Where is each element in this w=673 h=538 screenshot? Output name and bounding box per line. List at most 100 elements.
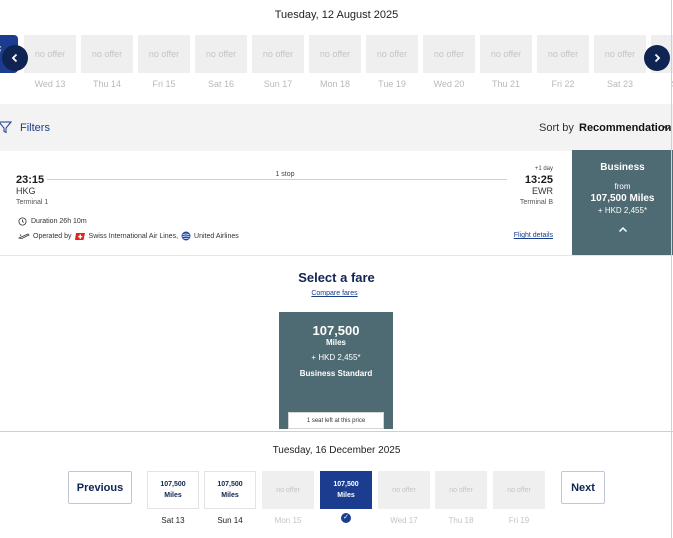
return-date-cell[interactable]: 107,500 Miles Sun 14 xyxy=(204,471,256,525)
divider xyxy=(0,431,673,432)
seats-left-badge: 1 seat left at this price xyxy=(288,412,384,429)
stops-count: 1 stop xyxy=(275,171,295,178)
day-label: Fri 19 xyxy=(508,516,530,525)
flight-duration: Duration 26h 10m xyxy=(18,217,87,226)
day-offer-box: no offer xyxy=(537,35,589,73)
day-label: Wed 20 xyxy=(433,79,465,89)
arrival-time: 13:25 xyxy=(524,174,553,186)
operating-carriers: Operated by Swiss International Air Line… xyxy=(18,231,239,241)
flight-details-link[interactable]: Flight details xyxy=(496,232,553,239)
day-offer-box: no offer xyxy=(309,35,361,73)
day-label: Sat 23 xyxy=(606,79,634,89)
outbound-date-carousel: no offer Wed 13 no offer Thu 14 no offer Fr… xyxy=(0,35,673,95)
divider xyxy=(671,0,672,538)
compare-fares-link[interactable]: Compare fares xyxy=(0,290,669,297)
cabin-title: Business xyxy=(600,162,645,173)
departure-terminal: Terminal 1 xyxy=(16,199,49,206)
previous-dates-button[interactable] xyxy=(2,45,28,71)
arrival-airport: EWR xyxy=(532,186,553,196)
fare-hkd: + HKD 2,455* xyxy=(311,353,361,362)
fare-miles: 107,500 xyxy=(312,323,360,338)
day-label: Fri 15 xyxy=(152,79,176,89)
check-icon: ✓ xyxy=(341,513,351,523)
day-offer-box: 107,500 Miles xyxy=(147,471,199,509)
sort-by-label: Sort by xyxy=(539,122,574,134)
day-miles: 107,500 xyxy=(160,481,186,488)
day-offer-box: no offer xyxy=(138,35,190,73)
return-date-cell[interactable]: 107,500 Miles Sat 13 xyxy=(147,471,199,525)
day-label: Sun 14 xyxy=(217,516,243,525)
date-cell[interactable]: no offer Thu 14 xyxy=(81,35,133,89)
day-offer-box: no offer xyxy=(378,471,430,509)
next-dates-button[interactable] xyxy=(644,45,670,71)
day-label: Mon 15 xyxy=(274,516,302,525)
date-cell[interactable]: no offer Fri 15 xyxy=(138,35,190,89)
return-date-cell[interactable]: no offer Wed 17 xyxy=(378,471,430,525)
day-label: Mon 18 xyxy=(319,79,351,89)
united-globe-icon xyxy=(181,231,191,241)
return-date-cell[interactable]: no offer Thu 18 xyxy=(435,471,487,525)
chevron-left-icon xyxy=(11,53,18,63)
date-cell[interactable]: no offer Wed 20 xyxy=(423,35,475,89)
date-cell[interactable]: no offer Wed 13 xyxy=(24,35,76,89)
day-offer-box: no offer xyxy=(594,35,646,73)
date-cell[interactable]: no offer Sun 17 xyxy=(252,35,304,89)
day-miles-unit: Miles xyxy=(164,492,182,499)
plane-icon xyxy=(18,233,30,239)
chevron-right-icon xyxy=(654,53,661,63)
day-label: Fri 22 xyxy=(551,79,575,89)
operated-by-label: Operated by xyxy=(33,232,72,240)
divider xyxy=(0,255,673,256)
route-line xyxy=(47,179,507,180)
return-date-cell-selected[interactable]: 107,500 Miles ✓ xyxy=(320,471,372,523)
date-cell[interactable]: no offer Fri 22 xyxy=(537,35,589,89)
day-offer-box: no offer xyxy=(81,35,133,73)
next-button[interactable]: Next xyxy=(561,471,605,504)
date-cell[interactable]: no offer Sat 16 xyxy=(195,35,247,89)
day-miles-unit: Miles xyxy=(337,492,355,499)
day-offer-box: no offer xyxy=(480,35,532,73)
day-label: Sat 13 xyxy=(161,516,185,525)
day-offer-box: no offer xyxy=(423,35,475,73)
fare-miles-label: Miles xyxy=(325,338,346,347)
day-label: Su xyxy=(651,79,673,89)
business-cabin-card[interactable]: Business from 107,500 Miles + HKD 2,455* xyxy=(572,150,673,255)
day-label: Thu 18 xyxy=(448,516,474,525)
return-date-heading: Tuesday, 16 December 2025 xyxy=(272,445,401,456)
sort-dropdown[interactable]: Recommendation xyxy=(579,122,671,134)
fare-name: Business Standard xyxy=(299,369,373,378)
day-miles: 107,500 xyxy=(333,481,359,488)
date-cell[interactable]: no offer Tue 19 xyxy=(366,35,418,89)
day-offer-box: no offer xyxy=(366,35,418,73)
return-date-cell[interactable]: no offer Fri 19 xyxy=(493,471,545,525)
day-offer-box: no offer xyxy=(435,471,487,509)
cabin-miles: 107,500 Miles xyxy=(590,193,655,204)
filter-icon[interactable] xyxy=(0,120,12,134)
day-label: Wed 17 xyxy=(390,516,418,525)
day-label: Tue 19 xyxy=(378,79,406,89)
airline-united: United Airlines xyxy=(194,232,239,240)
airline-swiss: Swiss International Air Lines, xyxy=(88,232,179,240)
cabin-hkd: + HKD 2,455* xyxy=(597,206,648,215)
day-offer-box: no offer xyxy=(262,471,314,509)
duration-text: Duration 26h 10m xyxy=(31,218,87,225)
day-offer-box: no offer xyxy=(252,35,304,73)
day-label: Thu 21 xyxy=(491,79,521,89)
day-offer-box: no offer xyxy=(493,471,545,509)
return-date-cell[interactable]: no offer Mon 15 xyxy=(262,471,314,525)
date-cell[interactable]: no offer Thu 21 xyxy=(480,35,532,89)
previous-button[interactable]: Previous xyxy=(68,471,132,504)
departure-time: 23:15 xyxy=(16,174,45,186)
day-label: Sat 16 xyxy=(207,79,235,89)
filters-button[interactable]: Filters xyxy=(20,122,50,134)
cabin-from-label: from xyxy=(614,182,631,191)
day-offer-box: no offer xyxy=(24,35,76,73)
day-miles: 107,500 xyxy=(217,481,243,488)
outbound-date-heading: Tuesday, 12 August 2025 xyxy=(274,9,399,21)
plus-day-indicator: +1 day xyxy=(534,166,553,172)
date-cell[interactable]: no offer Sat 23 xyxy=(594,35,646,89)
day-offer-box: no offer xyxy=(195,35,247,73)
date-cell[interactable]: no offer Mon 18 xyxy=(309,35,361,89)
day-label: Sun 17 xyxy=(263,79,293,89)
collapse-icon[interactable] xyxy=(572,225,673,236)
